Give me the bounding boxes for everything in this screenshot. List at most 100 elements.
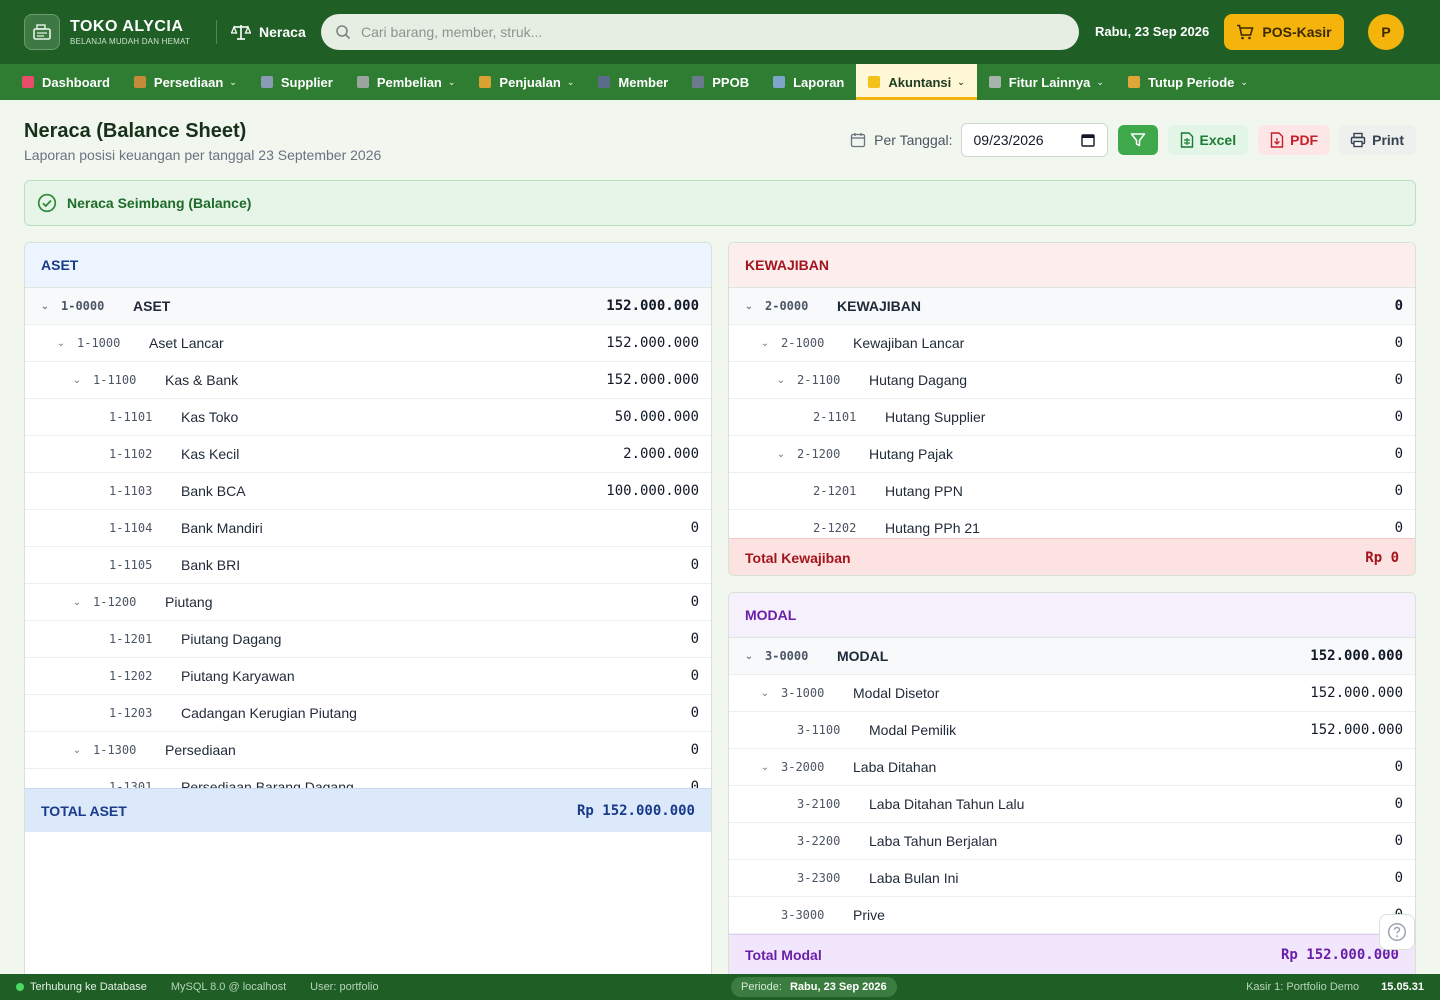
account-code: 1-1203 — [109, 706, 153, 720]
modal-card-title: MODAL — [729, 593, 1415, 638]
pos-kasir-button[interactable]: POS-Kasir — [1224, 14, 1344, 50]
account-code: 1-1300 — [93, 743, 137, 757]
modal-rows[interactable]: ⌄ 3-0000 MODAL 152.000.000 ⌄ 3-1000 Modal Dise… — [729, 638, 1415, 934]
account-name: Aset Lancar — [149, 335, 224, 351]
account-amount: 0 — [690, 557, 699, 573]
expand-chevron-icon[interactable]: ⌄ — [70, 732, 84, 768]
status-bar: Terhubung ke Database MySQL 8.0 @ localh… — [0, 974, 1440, 1000]
nav-item-pembelian[interactable]: Pembelian ⌄ — [345, 64, 468, 100]
box-icon — [133, 76, 146, 88]
account-row: 2-1101 Hutang Supplier 0 — [729, 399, 1415, 436]
expand-chevron-icon[interactable]: ⌄ — [774, 362, 788, 398]
nav-item-label: Member — [618, 74, 669, 90]
account-code: 3-1000 — [781, 686, 825, 700]
kewajiban-card-title: KEWAJIBAN — [729, 243, 1415, 288]
account-amount: 0 — [690, 594, 699, 610]
account-row[interactable]: ⌄ 1-1300 Persediaan 0 — [25, 732, 711, 769]
account-name: Bank Mandiri — [181, 520, 263, 536]
aset-rows[interactable]: ⌄ 1-0000 ASET 152.000.000 ⌄ 1-1000 Aset Lancar… — [25, 288, 711, 788]
per-tanggal-text: Per Tanggal: — [874, 132, 953, 148]
db-status: Terhubung ke Database — [30, 981, 147, 993]
aset-card-title: ASET — [25, 243, 711, 288]
account-name: Hutang Dagang — [869, 372, 968, 388]
date-input[interactable]: 09/23/2026 — [960, 123, 1108, 157]
nav-item-ppob[interactable]: PPOB — [680, 64, 761, 100]
calendar-picker-icon[interactable] — [1080, 133, 1095, 147]
export-excel-button[interactable]: Excel — [1167, 125, 1249, 155]
main-nav: Dashboard Persediaan ⌄ Supplier Pembelian ⌄ Pe… — [0, 64, 1440, 100]
global-search[interactable] — [321, 14, 1079, 50]
account-code: 1-1202 — [109, 669, 153, 683]
filter-button[interactable] — [1117, 125, 1158, 155]
expand-chevron-icon[interactable]: ⌄ — [758, 325, 772, 361]
user-avatar[interactable]: P — [1368, 14, 1404, 50]
help-button[interactable] — [1379, 914, 1415, 950]
aset-total-label: TOTAL ASET — [41, 802, 127, 819]
account-code: 1-1301 — [109, 780, 153, 788]
account-row[interactable]: ⌄ 3-0000 MODAL 152.000.000 — [729, 638, 1415, 675]
db-server: MySQL 8.0 @ localhost — [170, 981, 287, 993]
kewajiban-rows[interactable]: ⌄ 2-0000 KEWAJIBAN 0 ⌄ 2-1000 Kewajiban Lancar… — [729, 288, 1415, 538]
account-amount: 2.000.000 — [623, 446, 699, 462]
nav-item-dashboard[interactable]: Dashboard — [10, 64, 122, 100]
account-row[interactable]: ⌄ 1-1000 Aset Lancar 152.000.000 — [25, 325, 711, 362]
account-row[interactable]: ⌄ 2-1000 Kewajiban Lancar 0 — [729, 325, 1415, 362]
expand-chevron-icon[interactable]: ⌄ — [70, 584, 84, 620]
account-row[interactable]: ⌄ 1-1100 Kas & Bank 152.000.000 — [25, 362, 711, 399]
search-input[interactable] — [361, 24, 1041, 40]
nav-item-label: Tutup Periode — [1147, 74, 1235, 90]
connection-dot-icon — [16, 983, 24, 991]
expand-chevron-icon[interactable]: ⌄ — [54, 325, 68, 361]
modal-total-value: Rp 152.000.000 — [1280, 946, 1399, 963]
account-amount: 0 — [690, 520, 699, 536]
nav-item-persediaan[interactable]: Persediaan ⌄ — [122, 64, 249, 100]
nav-item-akuntansi[interactable]: Akuntansi ⌄ — [856, 64, 978, 100]
account-amount: 0 — [1394, 796, 1403, 812]
balance-status-text: Neraca Seimbang (Balance) — [67, 195, 252, 211]
account-amount: 0 — [1394, 759, 1403, 775]
nav-item-label: Akuntansi — [888, 74, 952, 90]
nav-item-supplier[interactable]: Supplier — [249, 64, 345, 100]
per-tanggal-label: Per Tanggal: — [850, 132, 953, 148]
nav-item-label: Pembelian — [376, 74, 442, 90]
account-code: 3-2300 — [797, 871, 841, 885]
users-icon — [598, 76, 611, 88]
nav-item-label: PPOB — [712, 74, 750, 90]
print-button[interactable]: Print — [1338, 125, 1416, 155]
account-name: Laba Bulan Ini — [869, 870, 959, 886]
nav-item-penjualan[interactable]: Penjualan ⌄ — [467, 64, 586, 100]
cash-register-icon[interactable] — [24, 14, 60, 50]
account-row[interactable]: ⌄ 1-0000 ASET 152.000.000 — [25, 288, 711, 325]
check-circle-icon — [37, 193, 57, 213]
account-row[interactable]: ⌄ 2-1200 Hutang Pajak 0 — [729, 436, 1415, 473]
account-amount: 152.000.000 — [1310, 722, 1403, 738]
nav-item-label: Penjualan — [499, 74, 561, 90]
expand-chevron-icon[interactable]: ⌄ — [758, 749, 772, 785]
status-right: Kasir 1: Portfolio Demo 15.05.31 — [1246, 974, 1424, 1000]
expand-chevron-icon[interactable]: ⌄ — [70, 362, 84, 398]
account-name: Prive — [853, 907, 885, 923]
periode-pill: Periode: Rabu, 23 Sep 2026 — [731, 977, 897, 997]
account-row[interactable]: ⌄ 3-2000 Laba Ditahan 0 — [729, 749, 1415, 786]
chevron-down-icon: ⌄ — [1240, 76, 1248, 87]
account-row[interactable]: ⌄ 1-1200 Piutang 0 — [25, 584, 711, 621]
expand-chevron-icon[interactable]: ⌄ — [742, 638, 756, 674]
account-code: 1-1103 — [109, 484, 153, 498]
account-row[interactable]: ⌄ 2-0000 KEWAJIBAN 0 — [729, 288, 1415, 325]
account-row[interactable]: ⌄ 3-1000 Modal Disetor 152.000.000 — [729, 675, 1415, 712]
export-pdf-button[interactable]: PDF — [1258, 125, 1331, 155]
account-code: 3-1100 — [797, 723, 841, 737]
expand-chevron-icon[interactable]: ⌄ — [758, 675, 772, 711]
expand-chevron-icon[interactable]: ⌄ — [774, 436, 788, 472]
periode-value: Rabu, 23 Sep 2026 — [789, 981, 887, 993]
nav-item-member[interactable]: Member — [586, 64, 680, 100]
nav-item-tutup-periode[interactable]: Tutup Periode ⌄ — [1116, 64, 1260, 100]
nav-item-fitur-lainnya[interactable]: Fitur Lainnya ⌄ — [977, 64, 1116, 100]
account-row[interactable]: ⌄ 2-1100 Hutang Dagang 0 — [729, 362, 1415, 399]
account-amount: 100.000.000 — [606, 483, 699, 499]
expand-chevron-icon[interactable]: ⌄ — [742, 288, 756, 324]
account-code: 3-2000 — [781, 760, 825, 774]
chevron-down-icon: ⌄ — [447, 76, 456, 87]
expand-chevron-icon[interactable]: ⌄ — [38, 288, 52, 324]
nav-item-laporan[interactable]: Laporan — [761, 64, 856, 100]
